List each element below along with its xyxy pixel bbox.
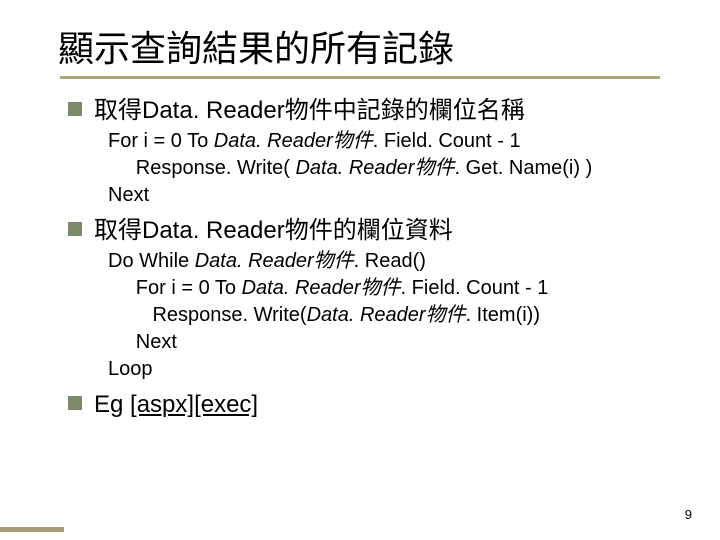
code-line: For i = 0 To Data. Reader物件. Field. Coun… bbox=[108, 275, 680, 302]
code-block: For i = 0 To Data. Reader物件. Field. Coun… bbox=[108, 128, 680, 209]
page-number: 9 bbox=[685, 507, 692, 522]
slide-title: 顯示查詢結果的所有記錄 bbox=[58, 20, 720, 72]
eg-line: Eg [aspx][exec] bbox=[94, 389, 258, 420]
link-aspx[interactable]: [aspx] bbox=[130, 391, 194, 418]
code-line: For i = 0 To Data. Reader物件. Field. Coun… bbox=[108, 128, 680, 155]
bullet-text: 取得Data. Reader物件中記錄的欄位名稱 bbox=[94, 95, 525, 126]
code-line: Do While Data. Reader物件. Read() bbox=[108, 248, 680, 275]
slide: 顯示查詢結果的所有記錄 取得Data. Reader物件中記錄的欄位名稱 For… bbox=[0, 0, 720, 421]
title-underline bbox=[60, 76, 660, 79]
eg-prefix: Eg bbox=[94, 391, 130, 418]
code-line: Next bbox=[108, 329, 680, 356]
square-bullet-icon bbox=[68, 396, 82, 410]
code-line: Response. Write( Data. Reader物件. Get. Na… bbox=[108, 155, 680, 182]
bullet-item: 取得Data. Reader物件中記錄的欄位名稱 bbox=[68, 95, 680, 126]
bullet-item: 取得Data. Reader物件的欄位資料 bbox=[68, 215, 680, 246]
link-exec[interactable]: [exec] bbox=[194, 391, 258, 418]
code-line: Loop bbox=[108, 356, 680, 383]
code-line: Next bbox=[108, 182, 680, 209]
bullet-item: Eg [aspx][exec] bbox=[68, 389, 680, 420]
square-bullet-icon bbox=[68, 222, 82, 236]
accent-bar bbox=[0, 527, 64, 532]
code-block: Do While Data. Reader物件. Read() For i = … bbox=[108, 248, 680, 383]
code-line: Response. Write(Data. Reader物件. Item(i)) bbox=[108, 302, 680, 329]
bullet-text: 取得Data. Reader物件的欄位資料 bbox=[94, 215, 453, 246]
square-bullet-icon bbox=[68, 102, 82, 116]
slide-body: 取得Data. Reader物件中記錄的欄位名稱 For i = 0 To Da… bbox=[68, 95, 680, 421]
